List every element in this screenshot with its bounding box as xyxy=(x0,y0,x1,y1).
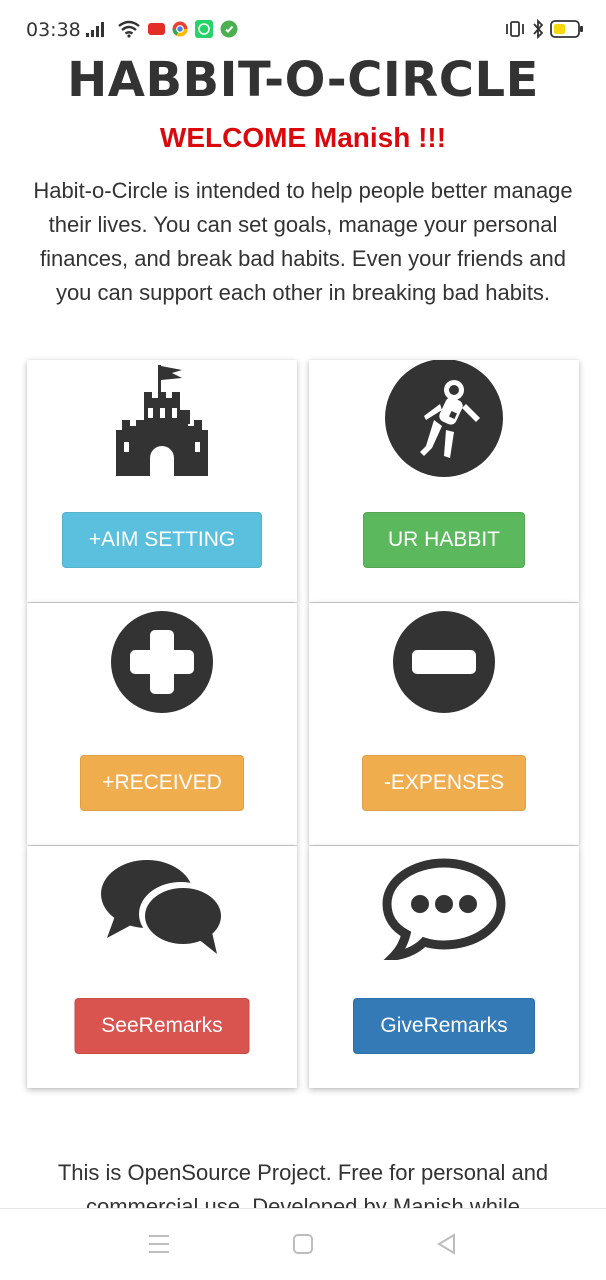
aim-setting-button[interactable]: +AIM SETTING xyxy=(62,512,262,568)
status-right-icons xyxy=(504,19,584,39)
menu-icon[interactable] xyxy=(147,1233,171,1255)
chrome-icon xyxy=(172,21,188,37)
whatsapp-business-icon xyxy=(195,20,213,38)
battery-icon xyxy=(550,20,583,38)
plus-circle-icon xyxy=(111,611,213,713)
signal-icon xyxy=(86,22,104,37)
footer-text: This is OpenSource Project. Free for per… xyxy=(57,1160,549,1208)
comments-icon xyxy=(101,860,223,954)
system-nav-bar xyxy=(0,1208,606,1280)
whatsapp-icon xyxy=(220,20,238,38)
ur-habbit-button[interactable]: UR HABBIT xyxy=(363,512,525,568)
intro-text: Habit-o-Circle is intended to help peopl… xyxy=(33,178,573,305)
expenses-button[interactable]: -EXPENSES xyxy=(362,755,526,811)
card-ur-habbit: UR HABBIT xyxy=(309,360,579,602)
see-remarks-button[interactable]: SeeRemarks xyxy=(74,998,250,1054)
comment-dots-icon xyxy=(382,858,506,960)
youtube-icon xyxy=(148,23,165,35)
app-title: HABBIT-O-CIRCLE xyxy=(67,52,539,108)
astronaut-icon xyxy=(385,360,503,477)
status-bar: 03:38 xyxy=(0,0,606,60)
welcome-message: WELCOME Manish !!! xyxy=(159,122,447,153)
status-left-icons xyxy=(86,20,238,38)
castle-icon xyxy=(116,365,208,476)
bluetooth-icon xyxy=(533,19,544,39)
feature-grid: +AIM SETTING UR HABBIT +RECEIVED -EXPENS… xyxy=(27,360,579,1088)
vibrate-icon xyxy=(506,21,524,37)
card-aim-setting: +AIM SETTING xyxy=(27,360,297,602)
card-give-remarks: GiveRemarks xyxy=(309,846,579,1088)
card-expenses: -EXPENSES xyxy=(309,603,579,845)
status-time: 03:38 xyxy=(26,19,81,41)
back-icon[interactable] xyxy=(436,1233,458,1255)
card-received: +RECEIVED xyxy=(27,603,297,845)
minus-circle-icon xyxy=(393,611,495,713)
received-button[interactable]: +RECEIVED xyxy=(80,755,244,811)
wifi-icon xyxy=(118,20,140,38)
home-icon[interactable] xyxy=(292,1233,314,1255)
card-see-remarks: SeeRemarks xyxy=(27,846,297,1088)
give-remarks-button[interactable]: GiveRemarks xyxy=(353,998,535,1054)
